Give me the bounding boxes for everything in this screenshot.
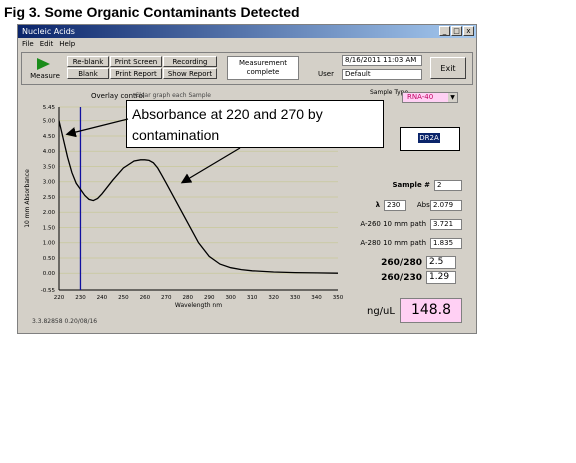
x-tick-label: 310 [247, 295, 258, 301]
maximize-button[interactable]: □ [451, 26, 462, 36]
x-tick-label: 350 [333, 295, 344, 301]
menu-file[interactable]: File [22, 38, 34, 50]
user-field[interactable]: Default [342, 69, 422, 80]
figure-title: Fig 3. Some Organic Contaminants Detecte… [4, 4, 300, 20]
x-tick-label: 280 [183, 295, 194, 301]
a280-label: A-280 10 mm path [360, 239, 426, 247]
x-tick-labels: 220 230 240 250 260 270 280 290 300 310 320 330 340 3… [54, 295, 344, 301]
lambda-label: λ [375, 201, 380, 209]
x-tick-label: 250 [118, 295, 129, 301]
window-title: Nucleic Acids [22, 27, 75, 36]
window-controls: _ □ x [439, 26, 474, 36]
exit-button[interactable]: Exit [430, 57, 466, 79]
y-tick-label: 0.50 [43, 256, 56, 262]
measure-label: Measure [30, 72, 60, 80]
y-tick-labels: 5.45 5.00 4.50 4.00 3.50 3.00 2.50 2.00 1.50 1.00… [41, 105, 56, 294]
a280-field: 1.835 [430, 238, 462, 249]
y-tick-label: 2.50 [43, 195, 56, 201]
y-tick-label: 5.45 [43, 105, 56, 111]
x-tick-label: 330 [290, 295, 301, 301]
y-tick-label: 4.00 [43, 149, 56, 155]
x-tick-label: 220 [54, 295, 65, 301]
x-tick-label: 260 [140, 295, 151, 301]
y-tick-label: 1.00 [43, 241, 56, 247]
x-tick-label: 300 [225, 295, 236, 301]
sample-id-value: DR2A [418, 133, 440, 143]
y-tick-label: 3.00 [43, 180, 56, 186]
play-icon [37, 58, 50, 70]
version-text: 3.3.82858 0.20/08/16 [32, 318, 98, 325]
reblank-button[interactable]: Re-blank [67, 56, 109, 67]
sample-type-value: RNA-40 [407, 93, 434, 101]
a260-field: 3.721 [430, 219, 462, 230]
a260-label: A-260 10 mm path [360, 220, 426, 228]
datetime-display: 8/16/2011 11:03 AM [342, 55, 422, 66]
app-window: Nucleic Acids _ □ x File Edit Help Measu… [17, 24, 477, 334]
menu-edit[interactable]: Edit [40, 38, 54, 50]
window-titlebar[interactable]: Nucleic Acids _ □ x [18, 25, 476, 38]
show-report-button[interactable]: Show Report [163, 68, 217, 79]
sample-type-select[interactable]: RNA-40 ▼ [402, 92, 458, 103]
x-tick-label: 270 [161, 295, 172, 301]
x-tick-label: 290 [204, 295, 215, 301]
abs-label: Abs. [416, 201, 432, 209]
annotation-callout: Absorbance at 220 and 270 by contaminati… [126, 100, 384, 148]
y-tick-label: 5.00 [43, 119, 56, 125]
y-tick-label: 2.00 [43, 210, 56, 216]
ratio-260-280-label: 260/280 [381, 258, 422, 268]
minimize-button[interactable]: _ [439, 26, 450, 36]
toolbar: Measure Re-blank Blank Print Screen Prin… [21, 52, 473, 85]
menu-help[interactable]: Help [59, 38, 75, 50]
abs-field: 2.079 [430, 200, 462, 211]
sample-number-field[interactable]: 2 [434, 180, 462, 191]
ratio-260-230-field: 1.29 [426, 271, 456, 284]
measure-button[interactable]: Measure [27, 57, 63, 83]
concentration-unit-label: ng/uL [367, 306, 395, 317]
y-tick-label: 3.50 [43, 164, 56, 170]
y-tick-label: 4.50 [43, 134, 56, 140]
print-report-button[interactable]: Print Report [110, 68, 162, 79]
y-tick-label: 1.50 [43, 225, 56, 231]
menu-bar: File Edit Help [18, 38, 75, 50]
sample-id-field[interactable]: DR2A [400, 127, 460, 151]
print-screen-button[interactable]: Print Screen [110, 56, 162, 67]
y-tick-label: 0.00 [43, 271, 56, 277]
ratio-260-230-label: 260/230 [381, 273, 422, 283]
status-display: Measurement complete [227, 56, 299, 80]
x-tick-label: 230 [75, 295, 86, 301]
concentration-display: 148.8 [400, 298, 462, 323]
x-axis-label: Wavelength nm [175, 302, 222, 309]
ratio-260-280-field: 2.5 [426, 256, 456, 269]
blank-button[interactable]: Blank [67, 68, 109, 79]
close-button[interactable]: x [463, 26, 474, 36]
sample-number-label: Sample # [392, 181, 430, 189]
user-label: User [318, 70, 334, 78]
x-tick-label: 240 [97, 295, 108, 301]
x-tick-label: 340 [311, 295, 322, 301]
callout-line-1: Absorbance at 220 and 270 by [132, 106, 323, 122]
chevron-down-icon: ▼ [448, 93, 457, 102]
lambda-field[interactable]: 230 [384, 200, 406, 211]
callout-line-2: contamination [132, 127, 220, 143]
y-tick-label: -0.55 [41, 288, 56, 294]
recording-button[interactable]: Recording [163, 56, 217, 67]
x-tick-label: 320 [268, 295, 279, 301]
y-axis-label: 10 mm Absorbance [24, 169, 31, 228]
